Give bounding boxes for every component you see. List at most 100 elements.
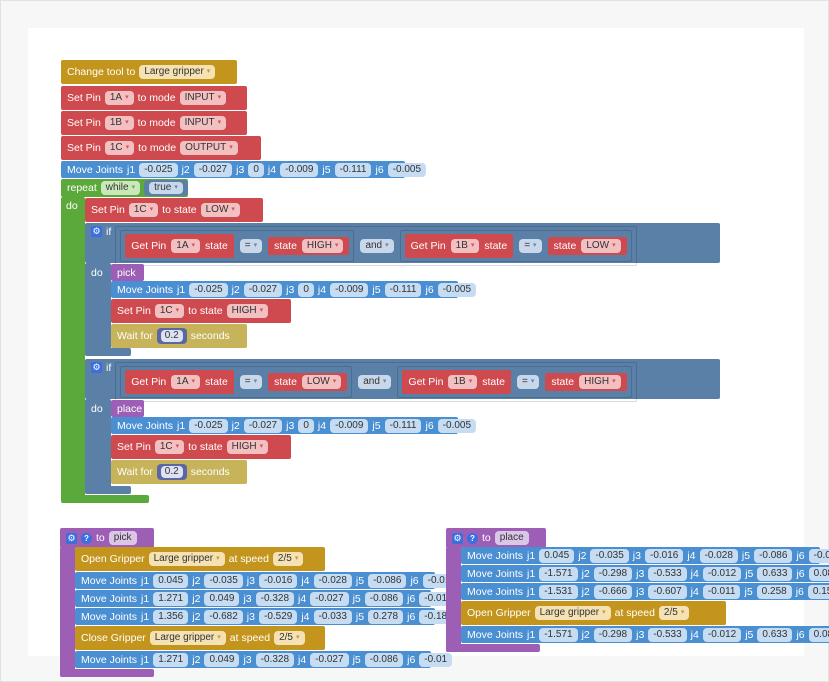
move-joints-block[interactable]: Move Joints j1 -0.025 j2 -0.027 j3 0 j4 -0.009 j5… — [61, 161, 427, 178]
joint-value-input[interactable]: 0.086 — [808, 566, 829, 581]
procedure-definition-block[interactable]: ⚙? to pick — [60, 528, 154, 548]
set-pin-mode-block[interactable]: Set Pin 1C ▾ to mode OUTPUT ▾ — [61, 136, 261, 160]
joint-value-input[interactable]: -0.607 — [648, 584, 687, 599]
get-pin-block[interactable]: Get Pin 1B ▾ state — [402, 370, 511, 394]
set-pin-state-block[interactable]: Set Pin 1C ▾ to state HIGH ▾ — [111, 299, 291, 323]
mode-dropdown[interactable]: INPUT ▾ — [179, 116, 227, 130]
joint-value-input[interactable]: -1.531 — [539, 584, 578, 599]
pin-dropdown[interactable]: 1C ▾ — [128, 203, 159, 217]
get-pin-block[interactable]: Get Pin 1B ▾ state — [404, 234, 514, 258]
gear-icon[interactable]: ⚙ — [66, 532, 77, 544]
pin-dropdown[interactable]: 1C ▾ — [104, 141, 135, 155]
joint-value-input[interactable]: -0.025 — [189, 282, 228, 297]
joint-value-input[interactable]: 0 — [298, 282, 314, 297]
joint-value-input[interactable]: 1.271 — [153, 591, 189, 606]
help-icon[interactable]: ? — [81, 532, 92, 544]
move-joints-block[interactable]: Move Joints j1 -0.025 j2 -0.027 j3 0 j4 -0.009 j5… — [111, 417, 477, 434]
mode-dropdown[interactable]: INPUT ▾ — [179, 91, 227, 105]
joint-value-input[interactable]: -0.086 — [364, 652, 404, 667]
mode-dropdown[interactable]: OUTPUT ▾ — [180, 141, 238, 155]
get-pin-block[interactable]: Get Pin 1A ▾ state — [125, 234, 234, 258]
speed-dropdown[interactable]: 2/5 ▾ — [274, 631, 305, 645]
and-dropdown[interactable]: and ▾ — [358, 375, 392, 389]
joint-value-input[interactable]: -0.529 — [258, 609, 298, 624]
joint-value-input[interactable]: -0.012 — [702, 566, 742, 581]
joint-value-input[interactable]: 0.152 — [807, 584, 829, 599]
joint-value-input[interactable]: -0.086 — [368, 573, 407, 588]
joint-value-input[interactable]: -0.328 — [255, 652, 295, 667]
state-dropdown[interactable]: HIGH ▾ — [579, 375, 621, 389]
wait-seconds-input[interactable]: 0.2 — [156, 464, 187, 480]
pin-dropdown[interactable]: 1B ▾ — [450, 239, 480, 253]
condition-true-dropdown[interactable]: true ▾ — [144, 180, 188, 196]
and-dropdown[interactable]: and ▾ — [360, 239, 394, 253]
joint-value-input[interactable]: 0.045 — [539, 548, 575, 563]
speed-dropdown[interactable]: 2/5 ▾ — [272, 552, 304, 566]
joint-value-input[interactable]: -0.016 — [258, 573, 298, 588]
and-condition[interactable]: Get Pin 1A ▾ state = ▾ state HIGH ▾ and ▾ Get Pin 1B… — [115, 226, 637, 266]
joint-value-input[interactable]: -0.666 — [593, 584, 633, 599]
pin-dropdown[interactable]: 1A ▾ — [104, 91, 134, 105]
set-pin-state-block[interactable]: Set Pin 1C ▾ to state LOW ▾ — [85, 198, 263, 222]
joint-value-input[interactable]: -1.571 — [539, 627, 578, 642]
gripper-block[interactable]: Open Gripper Large gripper ▾ at speed 2/5 ▾ — [461, 601, 726, 625]
joint-value-input[interactable]: -0.009 — [330, 282, 369, 297]
joint-value-input[interactable]: 0 — [248, 162, 264, 177]
joint-value-input[interactable]: 0.633 — [757, 566, 793, 581]
joint-value-input[interactable]: -1.571 — [539, 566, 578, 581]
call-procedure-block[interactable]: place — [111, 400, 144, 417]
move-joints-block[interactable]: Move Joints j1 -1.531 j2 -0.666 j3 -0.607 j4 -0.… — [461, 583, 829, 600]
joint-value-input[interactable]: -0.005 — [437, 282, 477, 297]
gripper-block[interactable]: Open Gripper Large gripper ▾ at speed 2/5 ▾ — [75, 547, 325, 571]
joint-value-input[interactable]: -0.027 — [310, 591, 349, 606]
set-pin-mode-block[interactable]: Set Pin 1B ▾ to mode INPUT ▾ — [61, 111, 247, 135]
state-dropdown[interactable]: HIGH ▾ — [301, 239, 344, 253]
tool-dropdown[interactable]: Large gripper ▾ — [139, 65, 216, 79]
set-pin-mode-block[interactable]: Set Pin 1A ▾ to mode INPUT ▾ — [61, 86, 247, 110]
wait-seconds-input[interactable]: 0.2 — [156, 328, 187, 344]
pin-dropdown[interactable]: 1C ▾ — [154, 440, 185, 454]
joint-value-input[interactable]: -0.533 — [648, 627, 687, 642]
move-joints-block[interactable]: Move Joints j1 1.271 j2 0.049 j3 -0.328 j4 -0.02… — [75, 590, 453, 607]
state-dropdown[interactable]: LOW ▾ — [581, 239, 621, 253]
joint-value-input[interactable]: 0.633 — [757, 627, 793, 642]
joint-value-input[interactable]: -0.009 — [280, 162, 319, 177]
move-joints-block[interactable]: Move Joints j1 0.045 j2 -0.035 j3 -0.016 j4 -0.0… — [461, 547, 829, 564]
joint-value-input[interactable]: 0.049 — [204, 591, 240, 606]
operator-dropdown[interactable]: = ▾ — [239, 239, 263, 253]
joint-value-input[interactable]: 0.049 — [204, 652, 240, 667]
tool-dropdown[interactable]: Large gripper ▾ — [148, 552, 225, 566]
state-dropdown[interactable]: LOW ▾ — [301, 375, 342, 389]
joint-value-input[interactable]: 1.356 — [153, 609, 189, 624]
operator-dropdown[interactable]: = ▾ — [516, 375, 540, 389]
joint-value-input[interactable]: 0.045 — [153, 573, 189, 588]
move-joints-block[interactable]: Move Joints j1 -0.025 j2 -0.027 j3 0 j4 -0.009 j5… — [111, 281, 477, 298]
joint-value-input[interactable]: -0.009 — [330, 418, 369, 433]
joint-value-input[interactable]: -0.01 — [808, 548, 829, 563]
gear-icon[interactable]: ⚙ — [452, 532, 463, 544]
joint-value-input[interactable]: -0.298 — [593, 566, 633, 581]
joint-value-input[interactable]: -0.028 — [313, 573, 352, 588]
joint-value-input[interactable]: -0.027 — [243, 418, 283, 433]
call-procedure-block[interactable]: pick — [111, 264, 144, 281]
if-block[interactable]: ⚙ if Get Pin 1A ▾ state = ▾ state LOW ▾ and ▾ Get Pin… — [85, 359, 720, 402]
joint-value-input[interactable]: -0.005 — [387, 162, 427, 177]
joint-value-input[interactable]: -0.682 — [204, 609, 243, 624]
state-dropdown[interactable]: HIGH ▾ — [226, 440, 269, 454]
move-joints-block[interactable]: Move Joints j1 0.045 j2 -0.035 j3 -0.016 j4 -0.0… — [75, 572, 456, 589]
procedure-name-input[interactable]: place — [494, 531, 529, 545]
get-pin-block[interactable]: Get Pin 1A ▾ state — [125, 370, 234, 394]
blockly-workspace[interactable]: Change tool to Large gripper ▾ Set Pin 1A ▾ to… — [28, 28, 829, 677]
gear-icon[interactable]: ⚙ — [91, 226, 102, 237]
joint-value-input[interactable]: -0.111 — [384, 282, 422, 297]
procedure-definition-block[interactable]: ⚙? to place — [446, 528, 546, 548]
tool-dropdown[interactable]: Large gripper ▾ — [149, 631, 226, 645]
gear-icon[interactable]: ⚙ — [91, 362, 102, 373]
repeat-while-block[interactable]: repeat while ▾ true ▾ — [61, 179, 188, 197]
joint-value-input[interactable]: -0.01 — [419, 652, 453, 667]
move-joints-block[interactable]: Move Joints j1 -1.571 j2 -0.298 j3 -0.533 j4 -0.… — [461, 626, 829, 643]
joint-value-input[interactable]: -0.111 — [384, 418, 422, 433]
set-pin-state-block[interactable]: Set Pin 1C ▾ to state HIGH ▾ — [111, 435, 291, 459]
joint-value-input[interactable]: 0.258 — [756, 584, 792, 599]
pin-state-block[interactable]: state HIGH ▾ — [545, 373, 627, 391]
